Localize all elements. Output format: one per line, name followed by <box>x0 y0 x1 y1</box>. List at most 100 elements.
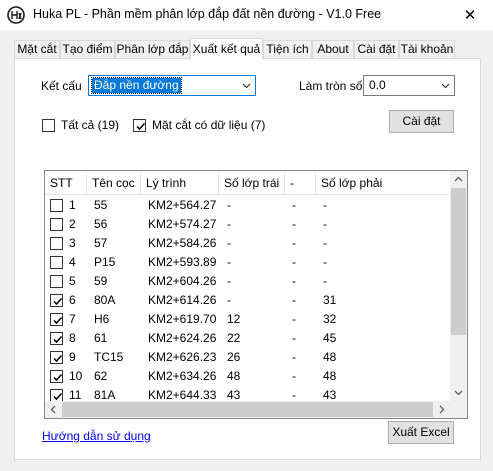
checkmark-icon <box>53 373 63 382</box>
cell-right: - <box>323 217 327 231</box>
horizontal-scrollbar[interactable] <box>45 401 450 418</box>
cell-right: - <box>323 255 327 269</box>
sections-table: STT Tên cọc Lý trình Số lớp trái - Số lớ… <box>44 170 468 419</box>
cell-stt: 6 <box>69 293 76 307</box>
tab-mat-cat[interactable]: Mặt cắt <box>14 40 60 59</box>
cell-name: 80A <box>94 293 116 307</box>
tab-about[interactable]: About <box>312 40 354 59</box>
scroll-up-icon[interactable] <box>450 171 467 188</box>
row-checkbox[interactable] <box>50 199 63 212</box>
structure-label: Kết cấu <box>41 79 82 93</box>
checkmark-icon <box>53 354 63 363</box>
tab-label: Tài khoản <box>400 42 454 56</box>
cell-station: KM2+574.27 <box>148 217 217 231</box>
select-all-label: Tất cả (19) <box>61 118 120 132</box>
row-checkbox[interactable] <box>50 313 63 326</box>
row-checkbox[interactable] <box>50 237 63 250</box>
rounding-select[interactable]: 0.0 <box>363 75 455 96</box>
table-row[interactable]: 7 H6 KM2+619.70 12 - 32 <box>45 310 450 329</box>
row-checkbox[interactable] <box>50 256 63 269</box>
select-all-checkbox[interactable] <box>42 119 55 132</box>
tab-label: Tạo điểm <box>62 42 113 56</box>
cell-right: 48 <box>323 369 337 383</box>
cell-left: - <box>227 198 231 212</box>
tab-tai-khoan[interactable]: Tài khoản <box>399 40 455 59</box>
cell-left: - <box>227 236 231 250</box>
tab-label: About <box>317 42 349 56</box>
settings-button[interactable]: Cài đặt <box>389 110 454 133</box>
cell-left: 26 <box>227 350 241 364</box>
cell-left: - <box>227 255 231 269</box>
tab-xuat-ket-qua[interactable]: Xuất kết quả <box>190 38 263 60</box>
header-so-lop-phai[interactable]: Số lớp phải <box>316 171 450 195</box>
cell-stt: 4 <box>69 255 76 269</box>
vertical-scroll-thumb[interactable] <box>451 188 466 335</box>
row-checkbox[interactable] <box>50 332 63 345</box>
checkmark-icon <box>53 316 63 325</box>
tab-tao-diem[interactable]: Tạo điểm <box>60 40 115 59</box>
cell-right: 31 <box>323 293 337 307</box>
row-checkbox[interactable] <box>50 275 63 288</box>
with-data-label: Mặt cắt có dữ liệu (7) <box>152 118 266 132</box>
cell-left: - <box>227 293 231 307</box>
cell-station: KM2+619.70 <box>148 312 217 326</box>
cell-stt: 1 <box>69 198 76 212</box>
cell-mid: - <box>292 331 296 345</box>
structure-selected-value: Đắp nền đường <box>91 77 182 94</box>
app-logo-icon <box>7 6 25 24</box>
cell-name: 56 <box>94 217 108 231</box>
header-so-lop-trai[interactable]: Số lớp trái <box>219 171 285 195</box>
header-ten-coc[interactable]: Tên cọc <box>87 171 141 195</box>
close-window-button[interactable]: ✕ <box>447 0 493 30</box>
with-data-checkbox[interactable] <box>133 119 146 132</box>
header-stt[interactable]: STT <box>45 171 87 195</box>
scroll-left-icon[interactable] <box>45 401 62 418</box>
cell-right: 45 <box>323 331 337 345</box>
scroll-down-icon[interactable] <box>450 384 467 401</box>
table-row[interactable]: 6 80A KM2+614.26- -31 <box>45 291 450 310</box>
row-checkbox[interactable] <box>50 218 63 231</box>
vertical-scrollbar[interactable] <box>450 171 467 401</box>
cell-station: KM2+626.23 <box>148 350 217 364</box>
cell-left: - <box>227 217 231 231</box>
cell-stt: 9 <box>69 350 76 364</box>
cell-mid: - <box>292 198 296 212</box>
table-row[interactable]: 10 62 KM2+634.26 48 - 48 <box>45 367 450 386</box>
cell-right: - <box>323 236 327 250</box>
cell-name: TC15 <box>94 350 124 364</box>
scroll-right-icon[interactable] <box>433 401 450 418</box>
export-excel-button[interactable]: Xuất Excel <box>388 421 454 444</box>
header-mid[interactable]: - <box>285 171 316 195</box>
cell-station: KM2+604.26 <box>148 274 217 288</box>
checkmark-icon <box>136 122 146 131</box>
tab-tien-ich[interactable]: Tiện ích <box>263 40 312 59</box>
cell-left: - <box>227 274 231 288</box>
cell-name: 59 <box>94 274 108 288</box>
tab-cai-dat[interactable]: Cài đặt <box>354 40 399 59</box>
table-row[interactable]: 2 56 KM2+574.27- - - <box>45 215 450 234</box>
rounding-label: Làm tròn số <box>299 79 363 93</box>
cell-stt: 3 <box>69 236 76 250</box>
table-row[interactable]: 8 61 KM2+624.26 22 - 45 <box>45 329 450 348</box>
row-checkbox[interactable] <box>50 370 63 383</box>
table-row[interactable]: 3 57 KM2+584.26- - - <box>45 234 450 253</box>
structure-select[interactable]: Đắp nền đường <box>88 75 256 96</box>
row-checkbox[interactable] <box>50 351 63 364</box>
header-ly-trinh[interactable]: Lý trình <box>141 171 219 195</box>
cell-mid: - <box>292 217 296 231</box>
horizontal-scroll-thumb[interactable] <box>62 402 433 417</box>
cell-name: 57 <box>94 236 108 250</box>
table-row[interactable]: 5 59 KM2+604.26- - - <box>45 272 450 291</box>
table-row[interactable]: 4 P15 KM2+593.89- - - <box>45 253 450 272</box>
help-link[interactable]: Hướng dẫn sử dụng <box>42 429 151 443</box>
cell-left: 48 <box>227 369 241 383</box>
cell-station: KM2+634.26 <box>148 369 217 383</box>
row-checkbox[interactable] <box>50 294 63 307</box>
cell-name: P15 <box>94 255 116 269</box>
checkmark-icon <box>53 297 63 306</box>
cell-station: KM2+624.26 <box>148 331 217 345</box>
tab-label: Xuất kết quả <box>192 42 261 56</box>
table-row[interactable]: 1 55 KM2+564.27- - - <box>45 196 450 215</box>
table-row[interactable]: 9 TC15 KM2+626.23 26 - 48 <box>45 348 450 367</box>
tab-phan-lop-dap[interactable]: Phân lớp đắp <box>115 40 190 59</box>
